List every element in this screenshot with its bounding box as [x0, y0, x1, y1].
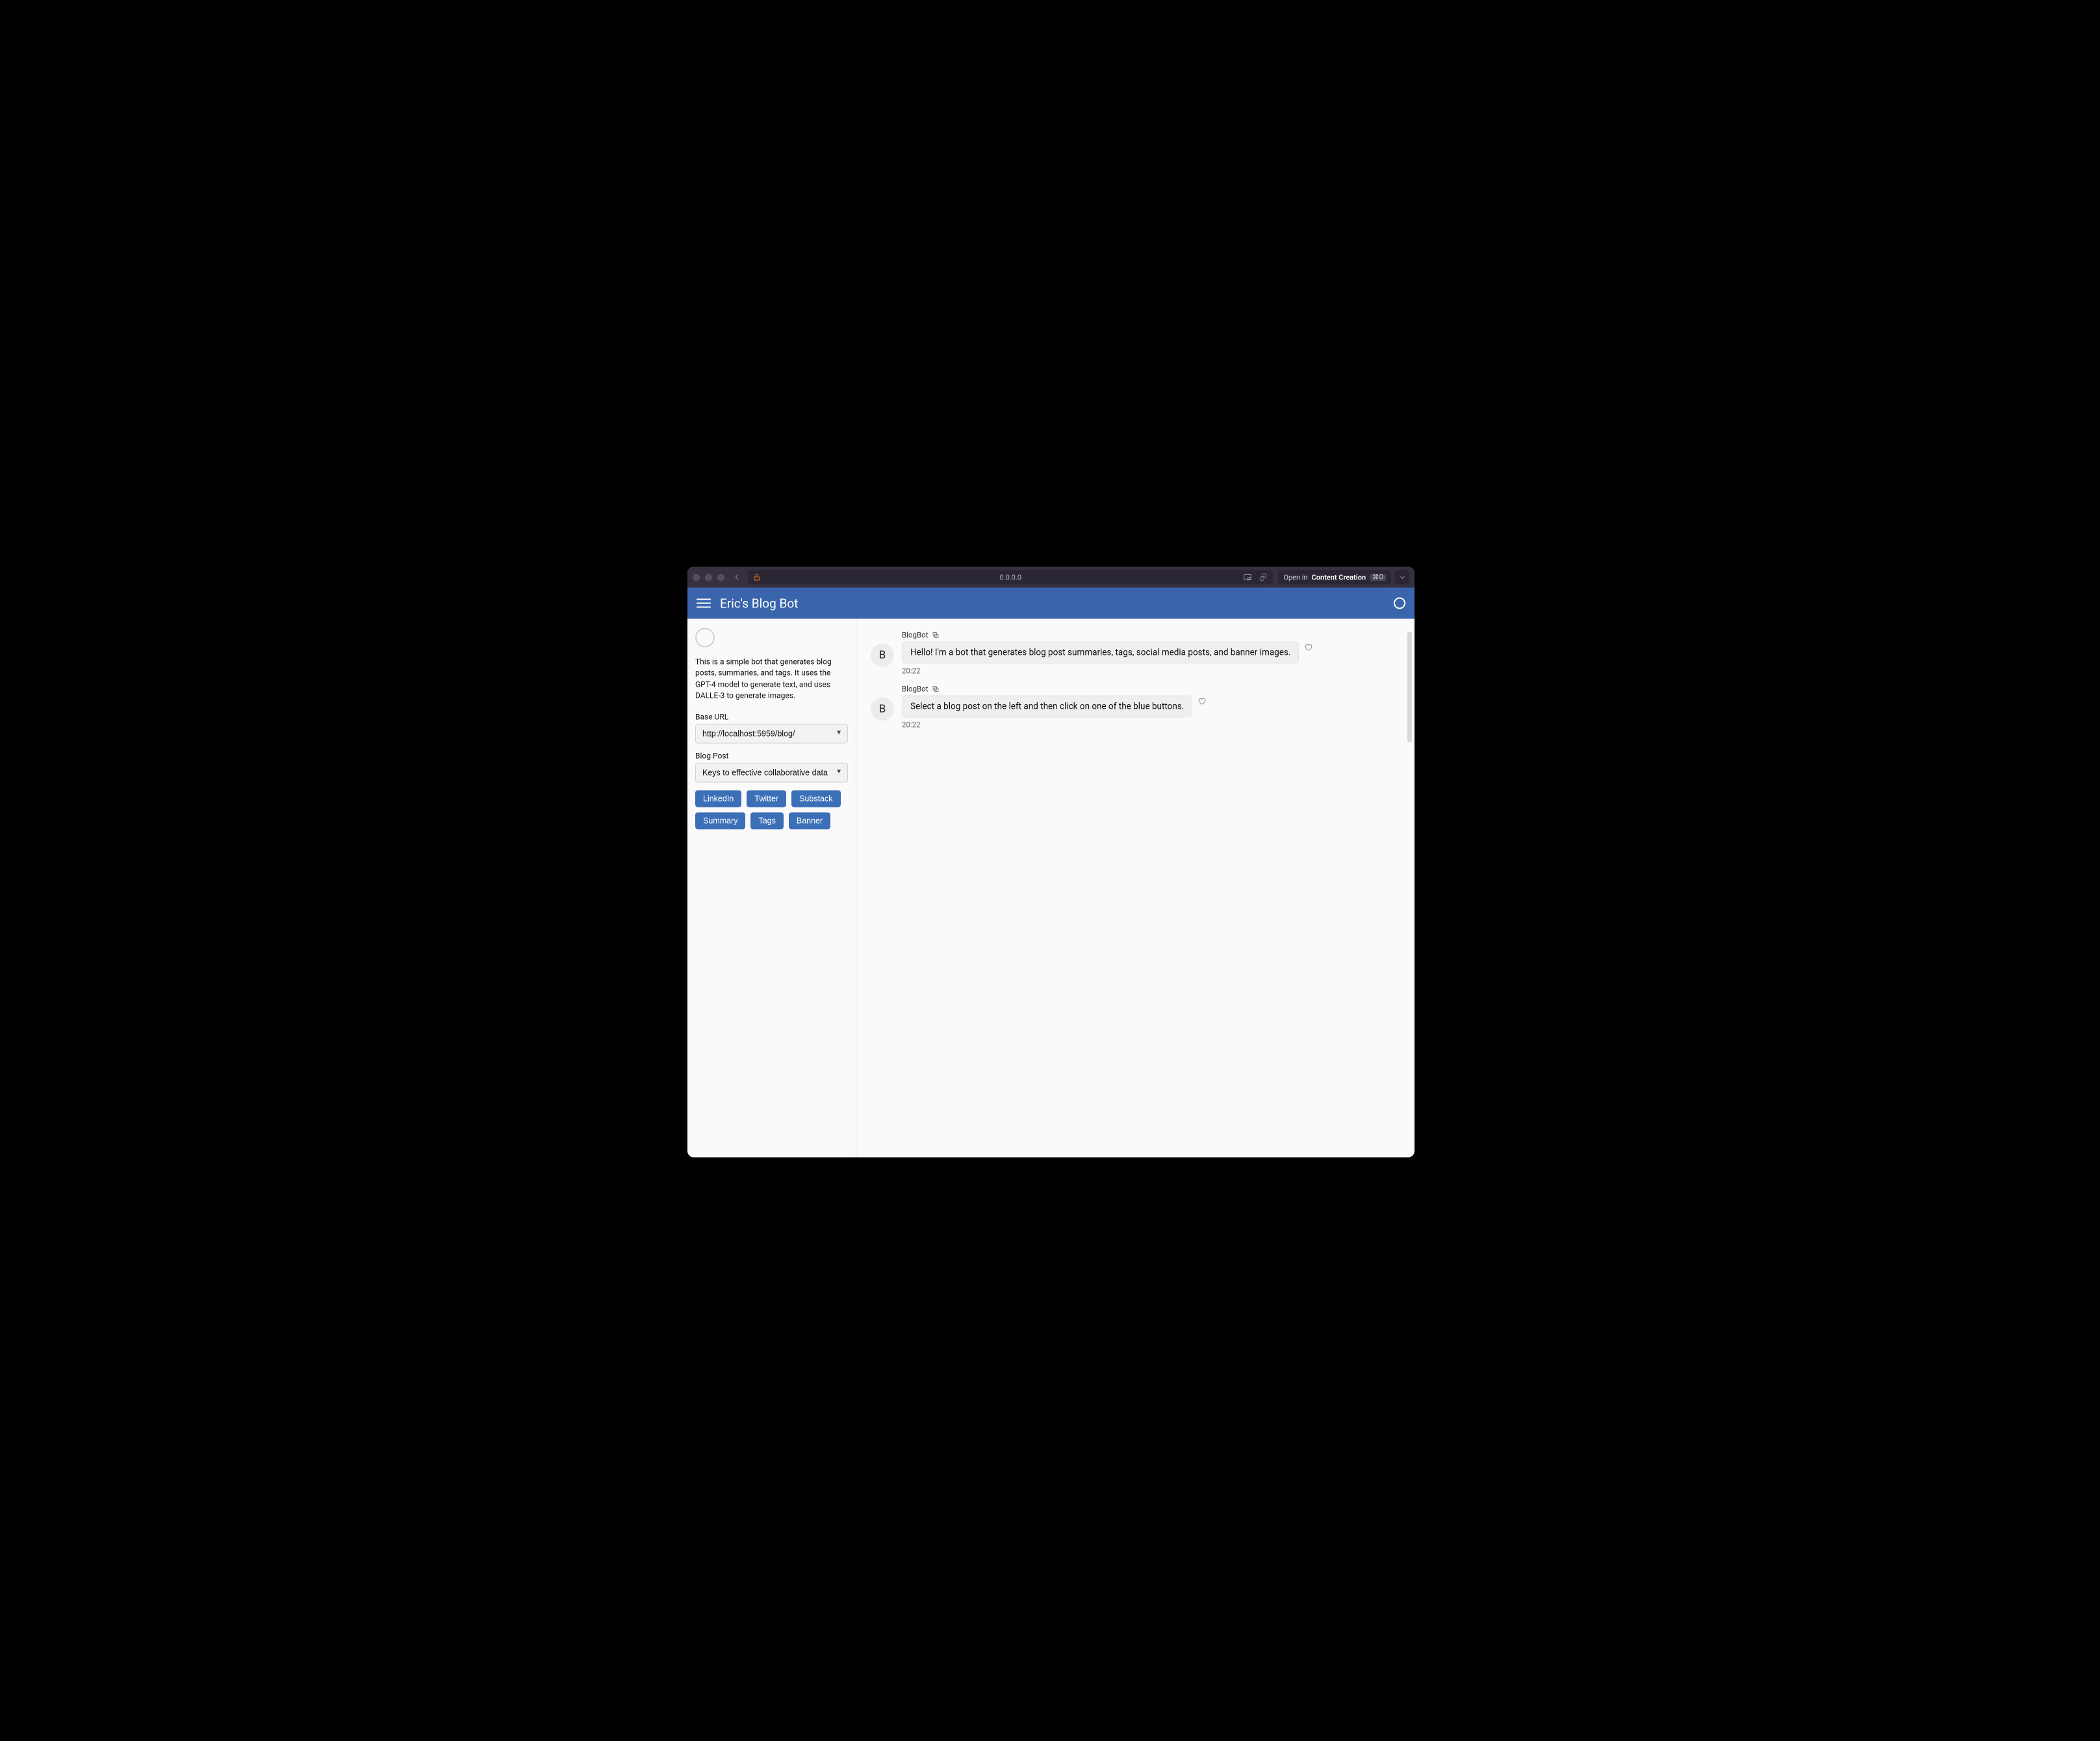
- message-time: 20:22: [902, 720, 1206, 730]
- tags-button[interactable]: Tags: [750, 812, 783, 829]
- message-bubble: Hello! I'm a bot that generates blog pos…: [902, 642, 1299, 664]
- url-text: 0.0.0.0: [999, 573, 1021, 581]
- open-in-prefix: Open in: [1283, 573, 1307, 581]
- back-button[interactable]: [732, 573, 741, 582]
- twitter-button[interactable]: Twitter: [747, 790, 786, 807]
- message-author: BlogBot: [902, 631, 928, 640]
- app-window: 0.0.0.0 Open in Content Creation ⌘O: [687, 567, 1415, 1158]
- status-ring-icon[interactable]: [1394, 598, 1405, 609]
- banner-button[interactable]: Banner: [789, 812, 830, 829]
- sidebar-avatar-icon: [695, 628, 715, 648]
- menu-icon[interactable]: [697, 596, 711, 611]
- picture-in-picture-icon[interactable]: [1243, 573, 1252, 582]
- copy-icon[interactable]: [932, 631, 940, 639]
- message-author: BlogBot: [902, 685, 928, 694]
- open-in-shortcut: ⌘O: [1370, 574, 1386, 581]
- app-title: Eric's Blog Bot: [720, 596, 798, 611]
- copy-icon[interactable]: [932, 685, 940, 693]
- os-titlebar: 0.0.0.0 Open in Content Creation ⌘O: [687, 567, 1415, 588]
- minimize-dot-icon[interactable]: [705, 574, 712, 581]
- blog-post-label: Blog Post: [695, 751, 848, 760]
- chat-panel: B BlogBot Hello! I'm a bot that generate…: [856, 619, 1415, 1158]
- message-bubble: Select a blog post on the left and then …: [902, 696, 1192, 718]
- substack-button[interactable]: Substack: [791, 790, 840, 807]
- message-avatar: B: [871, 644, 894, 667]
- base-url-label: Base URL: [695, 712, 848, 721]
- sidebar: This is a simple bot that generates blog…: [687, 619, 856, 1158]
- app-header: Eric's Blog Bot: [687, 588, 1415, 619]
- scrollbar[interactable]: [1407, 632, 1412, 743]
- linkedin-button[interactable]: LinkedIn: [695, 790, 741, 807]
- window-controls[interactable]: [693, 574, 724, 581]
- open-in-target: Content Creation: [1312, 573, 1366, 581]
- link-icon[interactable]: [1259, 573, 1268, 582]
- message-time: 20:22: [902, 667, 1312, 676]
- app-body: This is a simple bot that generates blog…: [687, 619, 1415, 1158]
- blog-post-select[interactable]: Keys to effective collaborative data sci…: [695, 763, 848, 782]
- chat-message: B BlogBot Select a blog post on the left…: [871, 685, 1400, 730]
- url-box[interactable]: 0.0.0.0: [748, 570, 1273, 585]
- insecure-lock-icon: [753, 574, 761, 581]
- open-in-dropdown[interactable]: [1395, 570, 1409, 585]
- zoom-dot-icon[interactable]: [717, 574, 724, 581]
- base-url-select[interactable]: http://localhost:5959/blog/: [695, 724, 848, 743]
- sidebar-description: This is a simple bot that generates blog…: [695, 657, 848, 702]
- summary-button[interactable]: Summary: [695, 812, 745, 829]
- heart-icon[interactable]: [1304, 643, 1312, 652]
- message-avatar: B: [871, 698, 894, 721]
- close-dot-icon[interactable]: [693, 574, 700, 581]
- chat-message: B BlogBot Hello! I'm a bot that generate…: [871, 631, 1400, 676]
- open-in-button[interactable]: Open in Content Creation ⌘O: [1278, 570, 1391, 585]
- heart-icon[interactable]: [1197, 697, 1206, 705]
